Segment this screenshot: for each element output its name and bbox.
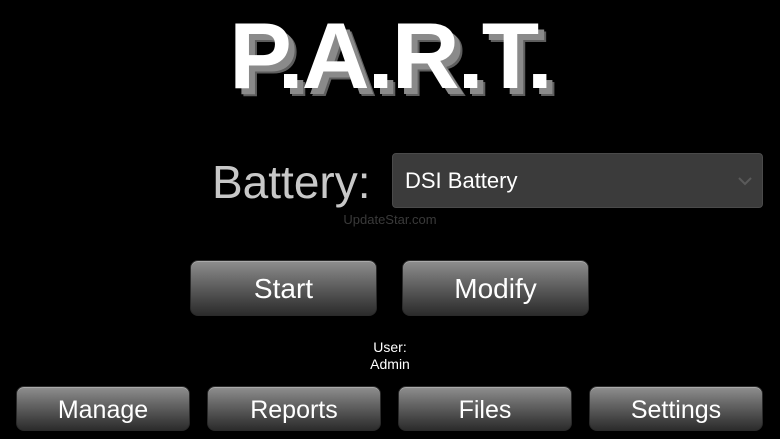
- reports-button[interactable]: Reports: [207, 386, 381, 431]
- user-name: Admin: [370, 356, 410, 372]
- battery-label: Battery:: [212, 156, 371, 208]
- chevron-down-icon: [736, 172, 754, 190]
- files-button[interactable]: Files: [398, 386, 572, 431]
- modify-button[interactable]: Modify: [402, 260, 589, 316]
- user-info: User: Admin: [340, 339, 440, 373]
- battery-select-value: DSI Battery: [405, 168, 518, 193]
- start-button[interactable]: Start: [190, 260, 377, 316]
- app-title: P.A.R.T.: [229, 3, 553, 108]
- manage-button[interactable]: Manage: [16, 386, 190, 431]
- user-label: User:: [373, 339, 407, 355]
- watermark: UpdateStar.com: [343, 212, 437, 227]
- battery-select[interactable]: DSI Battery: [392, 153, 763, 208]
- settings-button[interactable]: Settings: [589, 386, 763, 431]
